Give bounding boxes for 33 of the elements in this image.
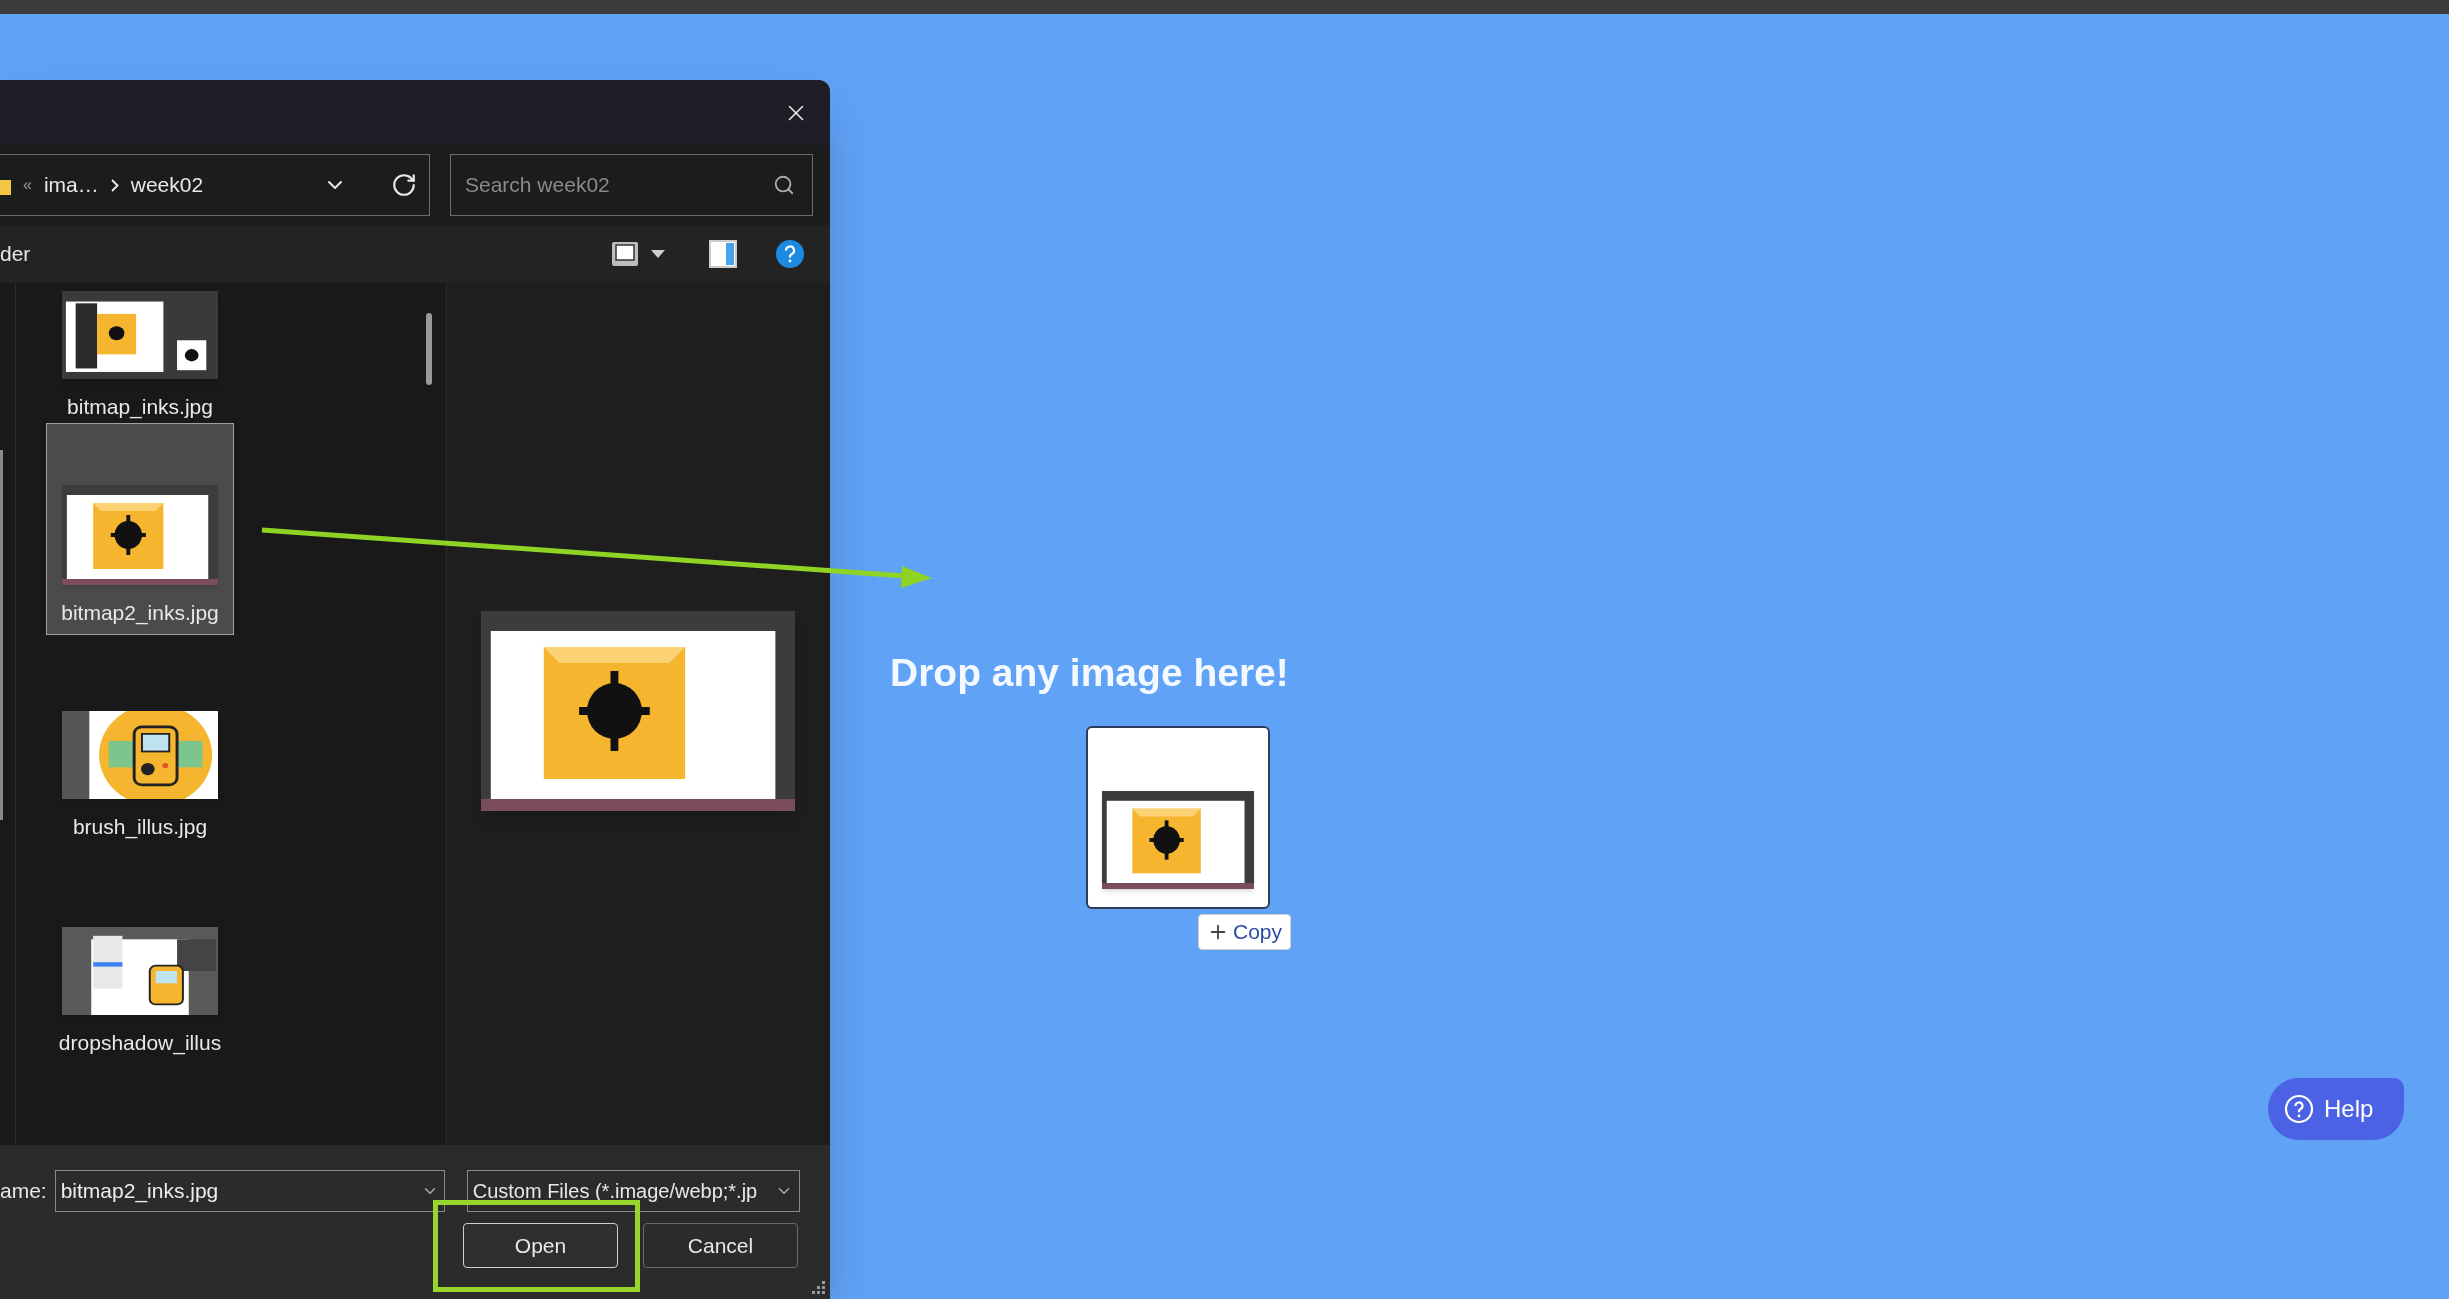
drop-heading: Drop any image here! — [890, 650, 1289, 696]
resize-grip-icon — [812, 1281, 826, 1295]
overflow-marker: « — [23, 175, 32, 195]
breadcrumb-item[interactable]: ima… — [43, 169, 99, 201]
scrollbar-thumb[interactable] — [426, 313, 432, 385]
caret-icon[interactable] — [651, 250, 665, 258]
file-name: brush_illus.jpg — [72, 813, 208, 841]
help-icon — [2284, 1094, 2314, 1124]
file-item[interactable]: brush_illus.jpg — [46, 713, 234, 843]
file-name-field[interactable]: bitmap2_inks.jpg — [54, 1170, 445, 1212]
search-icon — [773, 174, 795, 196]
file-name: bitmap2_inks.jpg — [61, 599, 219, 627]
help-icon[interactable] — [775, 239, 805, 269]
file-name: bitmap_inks.jpg — [67, 393, 213, 421]
cancel-button[interactable]: Cancel — [643, 1223, 798, 1268]
file-name: dropshadow_illus — [58, 1029, 222, 1057]
file-item[interactable]: dropshadow_illus — [46, 929, 234, 1059]
refresh-icon[interactable] — [391, 172, 417, 198]
scrollbar-thumb[interactable] — [0, 450, 3, 820]
address-bar[interactable]: « ima… week02 — [0, 154, 430, 216]
file-item[interactable]: bitmap_inks.jpg — [46, 293, 234, 423]
copy-button[interactable]: Copy — [1198, 914, 1292, 950]
file-type-dropdown[interactable]: Custom Files (*.image/webp;*.jp — [466, 1170, 800, 1212]
preview-pane-icon[interactable] — [709, 240, 737, 268]
open-button[interactable]: Open — [463, 1223, 618, 1268]
view-icon[interactable] — [611, 241, 639, 267]
search-field[interactable]: Search week02 — [450, 154, 813, 216]
breadcrumb-item[interactable]: week02 — [130, 169, 204, 201]
file-item[interactable]: bitmap2_inks.jpg — [46, 423, 234, 635]
chevron-right-icon — [110, 178, 119, 192]
toolbar-label[interactable]: der — [0, 238, 31, 270]
file-name-label: ame: — [0, 1178, 47, 1205]
help-button[interactable]: Help — [2268, 1078, 2404, 1140]
